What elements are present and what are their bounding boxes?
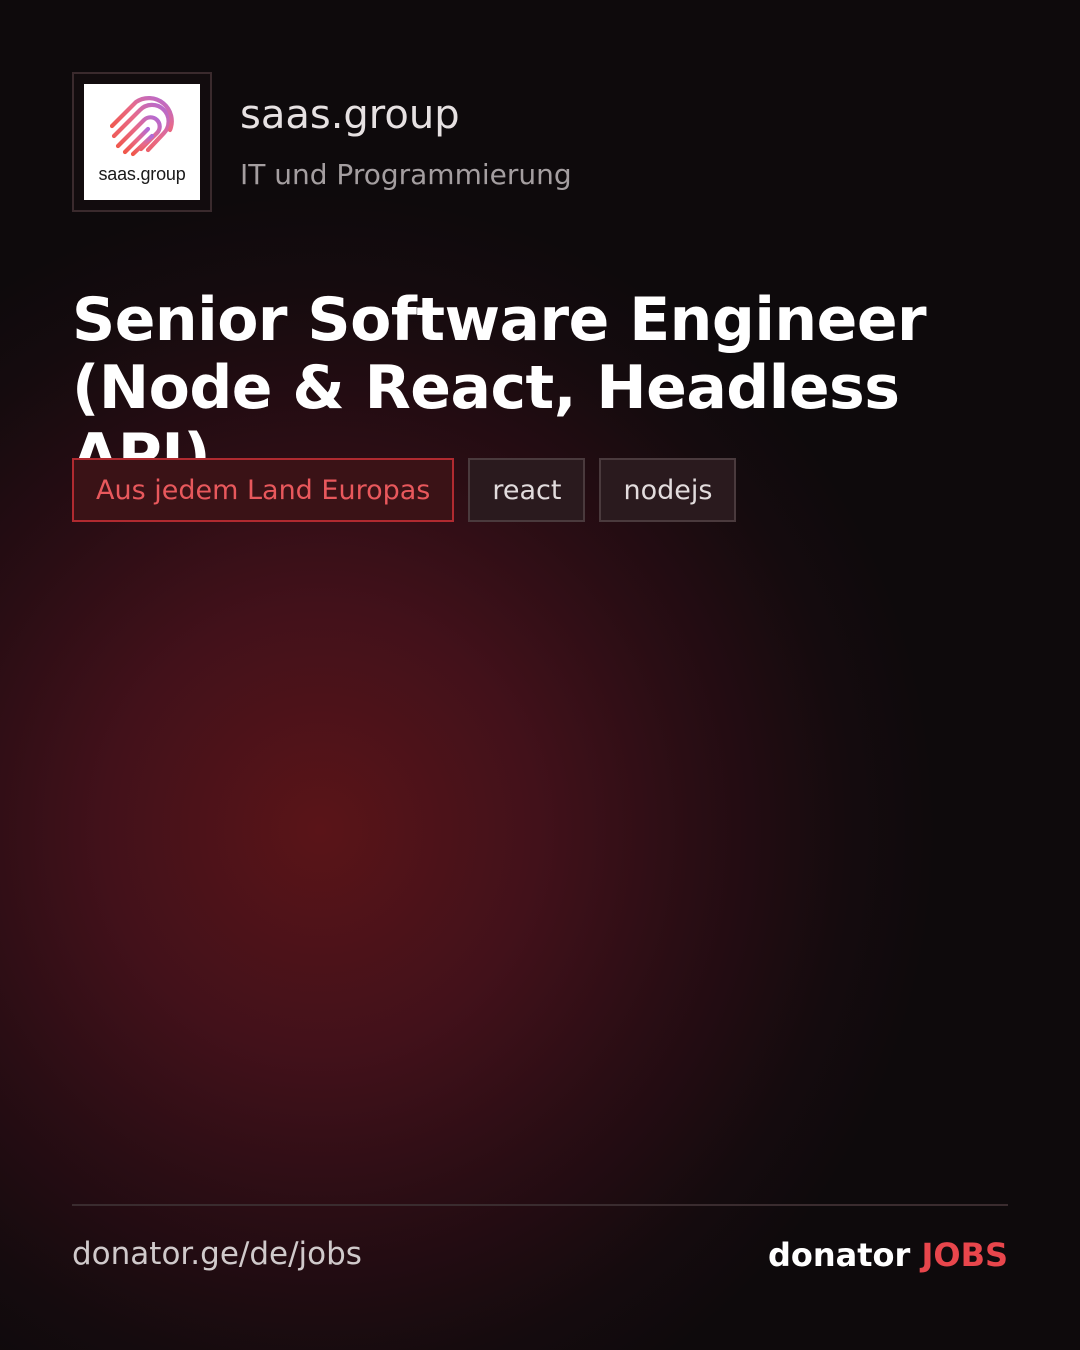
footer-divider — [72, 1204, 1008, 1206]
brand-logo: donator JOBS — [768, 1236, 1008, 1274]
job-card: saas.group saas.group IT und Programmier… — [0, 0, 1080, 1350]
brand-name: donator — [767, 1236, 911, 1274]
brand-suffix: JOBS — [921, 1236, 1008, 1274]
company-logo-text: saas.group — [98, 164, 186, 184]
company-name: saas.group — [240, 92, 460, 138]
tag-location: Aus jedem Land Europas — [72, 458, 455, 522]
company-logo-tile: saas.group — [84, 84, 200, 200]
company-logo: saas.group — [72, 72, 212, 212]
company-category: IT und Programmierung — [240, 158, 572, 191]
tag-list: Aus jedem Land Europas react nodejs — [72, 458, 737, 522]
job-title-line-1: Senior Software Engineer — [72, 285, 927, 355]
fingerprint-logo-icon — [110, 96, 174, 157]
tag-react: react — [468, 458, 586, 522]
tag-nodejs: nodejs — [599, 458, 737, 522]
footer-url: donator.ge/de/jobs — [72, 1236, 362, 1272]
